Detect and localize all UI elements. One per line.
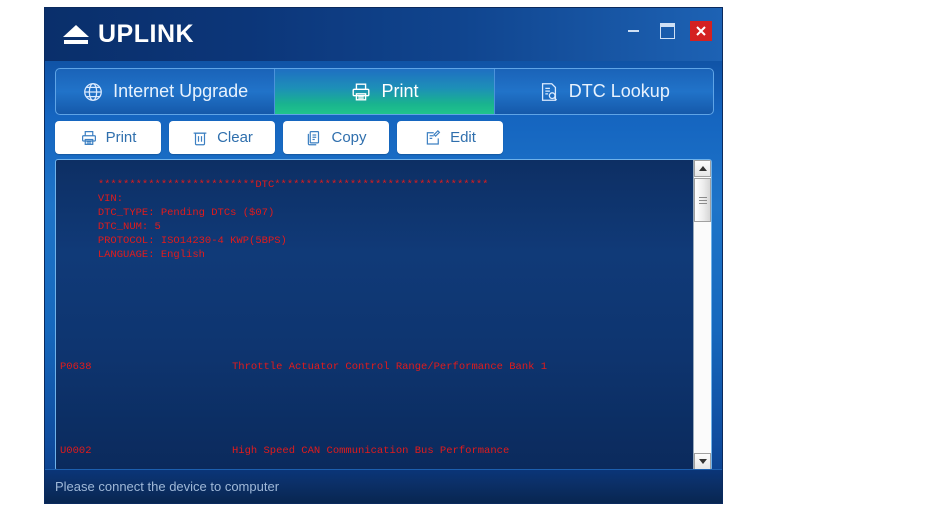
tab-dtc-lookup[interactable]: DTC Lookup [493, 69, 713, 114]
status-bar: Please connect the device to computer [45, 469, 722, 503]
scroll-down-button[interactable] [694, 453, 711, 470]
copy-icon [305, 129, 323, 147]
report-field-dtc-num: DTC_NUM: 5 [97, 221, 161, 233]
dtc-row: P0638 Throttle Actuator Control Range/Per… [60, 360, 693, 374]
globe-icon [82, 81, 104, 103]
tab-label: Print [381, 81, 419, 101]
tab-label: DTC Lookup [568, 81, 670, 101]
maximize-button[interactable] [656, 20, 678, 42]
print-button[interactable]: Print [55, 121, 161, 154]
scrollbar-thumb[interactable] [694, 178, 711, 222]
report-field-dtc-type: DTC_TYPE: Pending DTCs ($07) [97, 207, 275, 219]
dtc-description: Throttle Actuator Control Range/Performa… [232, 361, 548, 373]
button-label: Print [105, 129, 137, 146]
tab-bar: Internet Upgrade Print DTC Lookup [55, 68, 714, 115]
scroll-up-arrow-icon [698, 166, 707, 171]
printer-icon [80, 129, 98, 147]
eject-icon [63, 24, 89, 46]
edit-button[interactable]: Edit [397, 121, 503, 154]
tab-label: Internet Upgrade [113, 81, 249, 101]
dtc-description: High Speed CAN Communication Bus Perform… [232, 445, 510, 457]
close-icon [696, 26, 706, 36]
report-field-language: LANGUAGE: English [97, 249, 205, 261]
report-text-area[interactable]: *************************DTC************… [56, 160, 693, 470]
button-label: Copy [331, 129, 367, 146]
scroll-up-button[interactable] [694, 160, 711, 177]
button-label: Clear [217, 129, 253, 146]
printer-icon [350, 81, 372, 103]
trash-icon [191, 129, 209, 147]
action-toolbar: Print Clear Copy Edit [55, 121, 503, 154]
copy-button[interactable]: Copy [283, 121, 389, 154]
dtc-code: P0638 [60, 361, 92, 373]
report-field-vin: VIN: [97, 193, 124, 205]
tab-print[interactable]: Print [274, 69, 494, 114]
clear-button[interactable]: Clear [169, 121, 275, 154]
report-scrollbar[interactable] [693, 160, 711, 470]
dtc-row: U0002 High Speed CAN Communication Bus Pe… [60, 444, 693, 458]
minimize-button[interactable] [622, 20, 644, 42]
edit-note-icon [424, 129, 442, 147]
app-logo: UPLINK [63, 20, 194, 49]
minimize-icon [627, 30, 639, 32]
window-controls [622, 20, 712, 42]
app-title: UPLINK [98, 20, 195, 48]
dtc-section-header: *************************DTC************… [97, 179, 489, 191]
application-window: UPLINK Internet Upgrade Print DTC Lookup… [45, 8, 722, 503]
button-label: Edit [450, 129, 476, 146]
status-message: Please connect the device to computer [55, 479, 280, 494]
maximize-icon [659, 23, 675, 39]
report-field-protocol: PROTOCOL: ISO14230-4 KWP(5BPS) [97, 235, 287, 247]
scroll-down-arrow-icon [698, 459, 707, 464]
close-button[interactable] [690, 21, 712, 41]
report-panel: *************************DTC************… [55, 159, 712, 471]
document-search-icon [538, 81, 560, 103]
title-bar: UPLINK [45, 8, 722, 61]
tab-internet-upgrade[interactable]: Internet Upgrade [56, 69, 274, 114]
dtc-code: U0002 [60, 445, 92, 457]
